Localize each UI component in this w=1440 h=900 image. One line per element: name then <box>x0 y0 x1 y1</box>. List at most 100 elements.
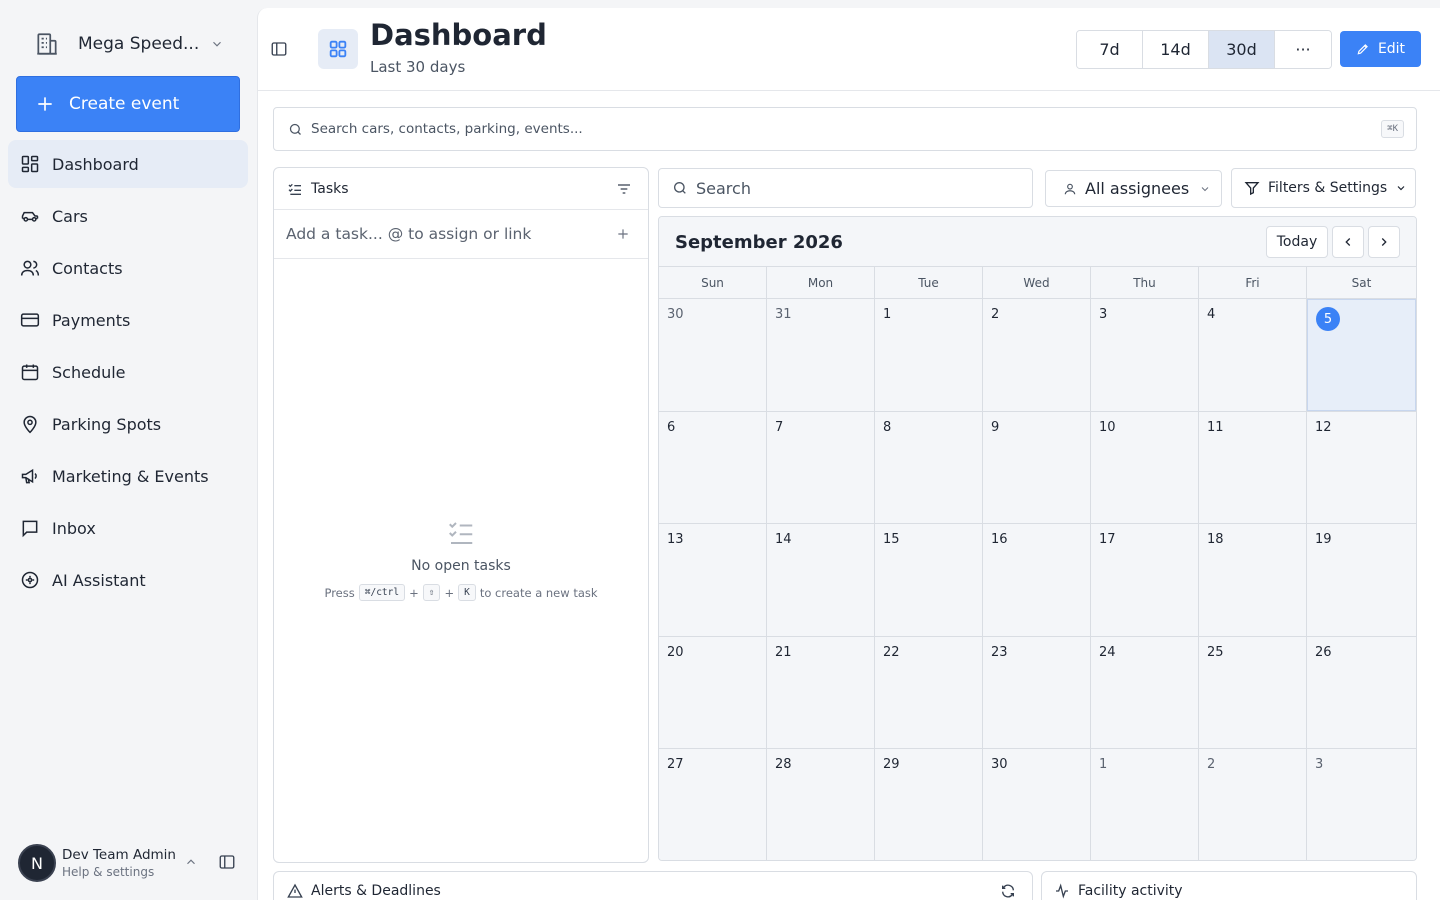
calendar-day-cell[interactable]: 18 <box>1199 524 1307 636</box>
sidebar-item-contacts[interactable]: Contacts <box>8 244 248 292</box>
day-number: 1 <box>1099 757 1108 772</box>
facility-activity-title: Facility activity <box>1078 883 1183 899</box>
day-number: 15 <box>883 532 900 547</box>
tasks-empty-state: No open tasks Press ⌘/ctrl + ⇧ + K to cr… <box>274 518 648 601</box>
calendar-day-cell[interactable]: 30 <box>983 749 1091 860</box>
sidebar-item-inbox[interactable]: Inbox <box>8 504 248 552</box>
range-30d-button[interactable]: 30d <box>1209 31 1275 68</box>
create-event-button[interactable]: Create event <box>16 76 240 132</box>
calendar-day-cell[interactable]: 17 <box>1091 524 1199 636</box>
calendar-day-cell[interactable]: 25 <box>1199 636 1307 748</box>
day-number: 25 <box>1207 644 1224 660</box>
sidebar-item-payments[interactable]: Payments <box>8 296 248 344</box>
calendar-day-cell[interactable]: 16 <box>983 524 1091 636</box>
refresh-icon[interactable] <box>1000 883 1016 899</box>
sidebar-item-label: Inbox <box>52 518 96 538</box>
calendar-day-cell[interactable]: 7 <box>767 411 875 523</box>
calendar-day-cell[interactable]: 15 <box>875 524 983 636</box>
add-task-row <box>274 210 648 259</box>
day-number: 14 <box>775 532 792 547</box>
org-switcher[interactable]: Mega Speed... <box>16 22 240 66</box>
calendar-day-cell[interactable]: 2 <box>983 299 1091 411</box>
sidebar-item-marketing-events[interactable]: Marketing & Events <box>8 452 248 500</box>
calendar-day-cell[interactable]: 23 <box>983 636 1091 748</box>
avatar: N <box>18 844 56 882</box>
calendar-day-cell[interactable]: 13 <box>659 524 767 636</box>
plus-icon[interactable] <box>616 227 630 241</box>
day-number: 2 <box>1207 757 1216 772</box>
calendar-search[interactable] <box>658 168 1033 208</box>
calendar-day-cell[interactable]: 28 <box>767 749 875 860</box>
day-number: 8 <box>883 419 892 435</box>
range-14d-button[interactable]: 14d <box>1143 31 1209 68</box>
calendar-search-input[interactable] <box>696 178 1016 198</box>
user-menu[interactable]: N Dev Team Admin Help & settings <box>18 843 248 883</box>
sidebar-item-schedule[interactable]: Schedule <box>8 348 248 396</box>
sidebar-item-parking-spots[interactable]: Parking Spots <box>8 400 248 448</box>
sidebar-collapse-icon[interactable] <box>218 853 236 871</box>
calendar-day-cell[interactable]: 19 <box>1307 524 1416 636</box>
add-task-input[interactable] <box>286 225 596 243</box>
day-number: 7 <box>775 419 784 435</box>
search-shortcut-badge: ⌘K <box>1381 120 1404 138</box>
filter-icon[interactable] <box>616 181 632 197</box>
calendar-day-cell[interactable]: 22 <box>875 636 983 748</box>
sidebar-item-cars[interactable]: Cars <box>8 192 248 240</box>
dashboard-icon <box>318 29 358 69</box>
calendar-day-cell[interactable]: 3 <box>1307 749 1416 860</box>
sidebar-item-label: AI Assistant <box>52 570 146 590</box>
assignees-dropdown[interactable]: All assignees <box>1045 170 1222 207</box>
chevron-up-icon <box>184 855 198 869</box>
sidebar-item-ai-assistant[interactable]: AI Assistant <box>8 556 248 604</box>
calendar-day-cell[interactable]: 4 <box>1199 299 1307 411</box>
prev-month-button[interactable] <box>1332 226 1364 258</box>
calendar-day-cell[interactable]: 27 <box>659 749 767 860</box>
calendar-day-cell[interactable]: 24 <box>1091 636 1199 748</box>
calendar-day-cell[interactable]: 11 <box>1199 411 1307 523</box>
calendar-day-cell[interactable]: 20 <box>659 636 767 748</box>
month-calendar: September 2026 Today Sun Mon Tue Wed Thu Fri S… <box>658 216 1417 861</box>
sidebar-item-dashboard[interactable]: Dashboard <box>8 140 248 188</box>
edit-button[interactable]: Edit <box>1340 31 1421 67</box>
today-button[interactable]: Today <box>1266 226 1328 258</box>
calendar-day-cell[interactable]: 21 <box>767 636 875 748</box>
calendar-day-cell[interactable]: 9 <box>983 411 1091 523</box>
day-number: 30 <box>667 307 684 322</box>
calendar-day-cell[interactable]: 12 <box>1307 411 1416 523</box>
day-number: 12 <box>1315 419 1332 435</box>
global-search[interactable]: ⌘K <box>273 107 1417 151</box>
calendar-day-today[interactable]: 5 <box>1307 299 1416 411</box>
calendar-day-cell[interactable]: 1 <box>875 299 983 411</box>
day-number: 31 <box>775 307 792 322</box>
sidebar-item-label: Marketing & Events <box>52 466 209 486</box>
ai-icon <box>20 570 40 590</box>
calendar-day-cell[interactable]: 3 <box>1091 299 1199 411</box>
day-number: 18 <box>1207 532 1224 547</box>
weekday-wed: Wed <box>983 267 1091 299</box>
more-options-button[interactable]: ··· <box>1275 31 1331 68</box>
range-7d-button[interactable]: 7d <box>1077 31 1143 68</box>
calendar-day-cell[interactable]: 26 <box>1307 636 1416 748</box>
global-search-input[interactable] <box>311 121 1351 137</box>
calendar-day-cell[interactable]: 2 <box>1199 749 1307 860</box>
calendar-day-cell[interactable]: 1 <box>1091 749 1199 860</box>
user-subtitle: Help & settings <box>62 865 155 879</box>
day-number: 2 <box>991 307 1000 322</box>
day-number: 6 <box>667 419 676 435</box>
hint-press: Press <box>324 585 355 600</box>
sidebar-toggle-icon[interactable] <box>270 40 288 58</box>
calendar-day-cell[interactable]: 29 <box>875 749 983 860</box>
weekday-fri: Fri <box>1199 267 1307 299</box>
calendar-day-cell[interactable]: 8 <box>875 411 983 523</box>
calendar-icon <box>20 362 40 382</box>
inbox-icon <box>20 518 40 538</box>
day-number: 1 <box>883 307 892 322</box>
calendar-day-cell[interactable]: 6 <box>659 411 767 523</box>
next-month-button[interactable] <box>1368 226 1400 258</box>
calendar-day-cell[interactable]: 30 <box>659 299 767 411</box>
filters-settings-button[interactable]: Filters & Settings <box>1231 168 1416 208</box>
calendar-day-cell[interactable]: 31 <box>767 299 875 411</box>
calendar-day-cell[interactable]: 14 <box>767 524 875 636</box>
activity-icon <box>1054 883 1070 899</box>
calendar-day-cell[interactable]: 10 <box>1091 411 1199 523</box>
